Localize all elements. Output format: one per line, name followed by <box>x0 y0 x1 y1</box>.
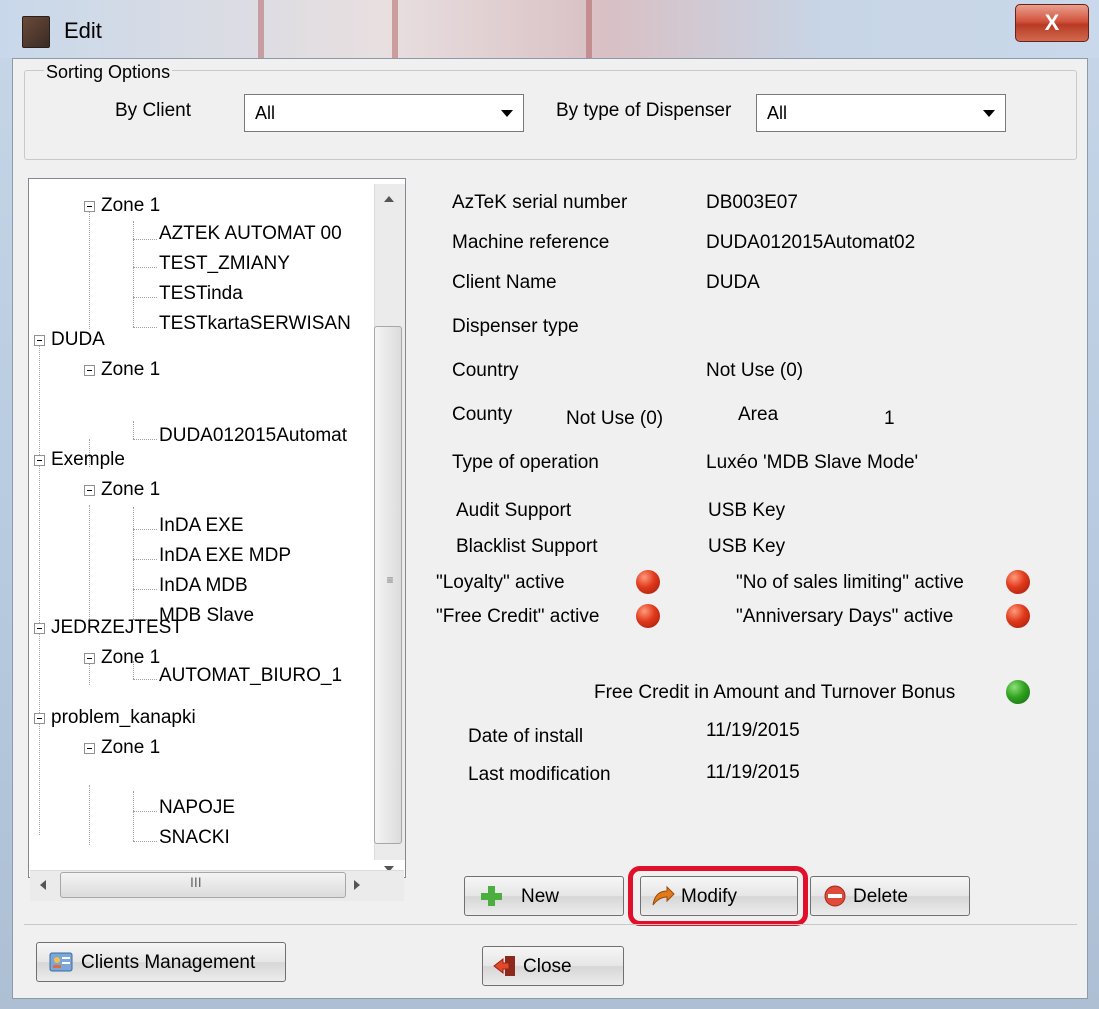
scroll-grip-icon: ≡ <box>386 573 394 587</box>
by-type-select[interactable]: All <box>756 94 1006 132</box>
minus-icon <box>824 885 846 907</box>
client-name-value: DUDA <box>706 272 760 293</box>
scroll-grip-icon: III <box>190 874 202 890</box>
clients-icon <box>49 952 73 972</box>
blacklist-support-value: USB Key <box>708 536 786 557</box>
modify-highlight-annotation <box>628 866 808 926</box>
operation-type-value: Luxéo 'MDB Slave Mode' <box>706 452 919 473</box>
sales-limiting-status-indicator <box>1006 570 1030 594</box>
tree-machine-node[interactable]: InDA EXE <box>159 515 244 537</box>
window-title: Edit <box>64 18 102 43</box>
expand-toggle[interactable] <box>34 455 45 466</box>
tree-client-node[interactable]: Exemple <box>51 449 125 471</box>
tree-machine-node[interactable]: InDA EXE MDP <box>159 545 291 567</box>
tree-machine-node[interactable]: TEST_ZMIANY <box>159 253 290 275</box>
tree-machine-node[interactable]: InDA MDB <box>159 575 248 597</box>
clients-management-button[interactable]: Clients Management <box>36 942 286 982</box>
anniversary-days-active-label: "Anniversary Days" active <box>736 606 954 627</box>
tree-machine-node[interactable]: AZTEK AUTOMAT 00 <box>159 223 342 245</box>
close-button[interactable]: Close <box>482 946 624 986</box>
close-window-button[interactable]: X <box>1015 4 1089 42</box>
anniversary-days-status-indicator <box>1006 604 1030 628</box>
last-modification-label: Last modification <box>468 764 611 785</box>
expand-toggle[interactable] <box>34 713 45 724</box>
tree-machine-node[interactable]: SNACKI <box>159 827 230 849</box>
free-credit-active-label: "Free Credit" active <box>436 606 600 627</box>
county-value: Not Use (0) <box>566 408 664 429</box>
tree-client-node[interactable]: DUDA <box>51 329 105 351</box>
area-label: Area <box>738 404 779 425</box>
loyalty-status-indicator <box>636 570 660 594</box>
clients-management-label: Clients Management <box>81 952 256 973</box>
scroll-left-icon[interactable] <box>40 880 46 890</box>
sorting-options-legend: Sorting Options <box>44 62 173 83</box>
expand-toggle[interactable] <box>84 201 95 212</box>
area-value: 1 <box>884 408 895 429</box>
expand-toggle[interactable] <box>84 485 95 496</box>
machine-reference-label: Machine reference <box>452 232 610 253</box>
free-credit-status-indicator <box>636 604 660 628</box>
turnover-bonus-label: Free Credit in Amount and Turnover Bonus <box>594 682 956 703</box>
tree-client-node[interactable]: problem_kanapki <box>51 707 196 729</box>
tree-zone-node[interactable]: Zone 1 <box>101 479 160 501</box>
footer-separator <box>24 924 1077 925</box>
operation-type-label: Type of operation <box>452 452 599 473</box>
tree-machine-node[interactable]: TESTkartaSERWISAN <box>159 313 351 335</box>
expand-toggle[interactable] <box>84 365 95 376</box>
tree-machine-node[interactable]: DUDA012015Automat <box>159 425 347 447</box>
new-button[interactable]: New <box>464 876 624 916</box>
by-type-label: By type of Dispenser <box>556 100 732 121</box>
audit-support-value: USB Key <box>708 500 786 521</box>
tree-machine-node[interactable]: NAPOJE <box>159 797 235 819</box>
tree-machine-node[interactable]: TESTinda <box>159 283 243 305</box>
by-type-value: All <box>767 103 788 123</box>
by-client-select[interactable]: All <box>244 94 524 132</box>
audit-support-label: Audit Support <box>456 500 572 521</box>
close-button-label: Close <box>523 956 572 977</box>
sales-limiting-active-label: "No of sales limiting" active <box>736 572 964 593</box>
client-tree[interactable]: Zone 1 AZTEK AUTOMAT 00 TEST_ZMIANY TEST… <box>28 178 406 878</box>
loyalty-active-label: "Loyalty" active <box>436 572 565 593</box>
chevron-down-icon <box>501 110 513 117</box>
chevron-down-icon <box>983 110 995 117</box>
tree-machine-node[interactable]: AUTOMAT_BIURO_1 <box>159 665 342 687</box>
title-bar[interactable] <box>0 0 1099 58</box>
plus-icon <box>481 886 502 906</box>
county-label: County <box>452 404 513 425</box>
by-client-value: All <box>255 103 276 123</box>
install-date-value: 11/19/2015 <box>706 720 800 741</box>
machine-reference-value: DUDA012015Automat02 <box>706 232 916 253</box>
dispenser-type-label: Dispenser type <box>452 316 579 337</box>
delete-button[interactable]: Delete <box>810 876 970 916</box>
country-value: Not Use (0) <box>706 360 804 381</box>
last-modification-value: 11/19/2015 <box>706 762 800 783</box>
serial-value: DB003E07 <box>706 192 798 213</box>
scroll-up-icon[interactable] <box>384 196 394 202</box>
scroll-right-icon[interactable] <box>354 880 360 890</box>
new-button-label: New <box>521 886 560 907</box>
by-client-label: By Client <box>115 100 192 121</box>
turnover-bonus-status-indicator <box>1006 680 1030 704</box>
expand-toggle[interactable] <box>84 743 95 754</box>
exit-icon <box>493 956 515 976</box>
serial-label: AzTeK serial number <box>452 192 628 213</box>
tree-zone-node[interactable]: Zone 1 <box>101 195 160 217</box>
delete-button-label: Delete <box>853 886 908 907</box>
expand-toggle[interactable] <box>34 335 45 346</box>
app-icon <box>22 16 50 48</box>
tree-zone-node[interactable]: Zone 1 <box>101 647 160 669</box>
tree-horizontal-scroll-thumb[interactable] <box>60 872 346 898</box>
tree-zone-node[interactable]: Zone 1 <box>101 359 160 381</box>
install-date-label: Date of install <box>468 726 584 747</box>
tree-zone-node[interactable]: Zone 1 <box>101 737 160 759</box>
client-name-label: Client Name <box>452 272 557 293</box>
expand-toggle[interactable] <box>84 653 95 664</box>
tree-client-node[interactable]: JEDRZEJTEST <box>51 617 183 639</box>
country-label: Country <box>452 360 519 381</box>
expand-toggle[interactable] <box>34 623 45 634</box>
blacklist-support-label: Blacklist Support <box>456 536 598 557</box>
